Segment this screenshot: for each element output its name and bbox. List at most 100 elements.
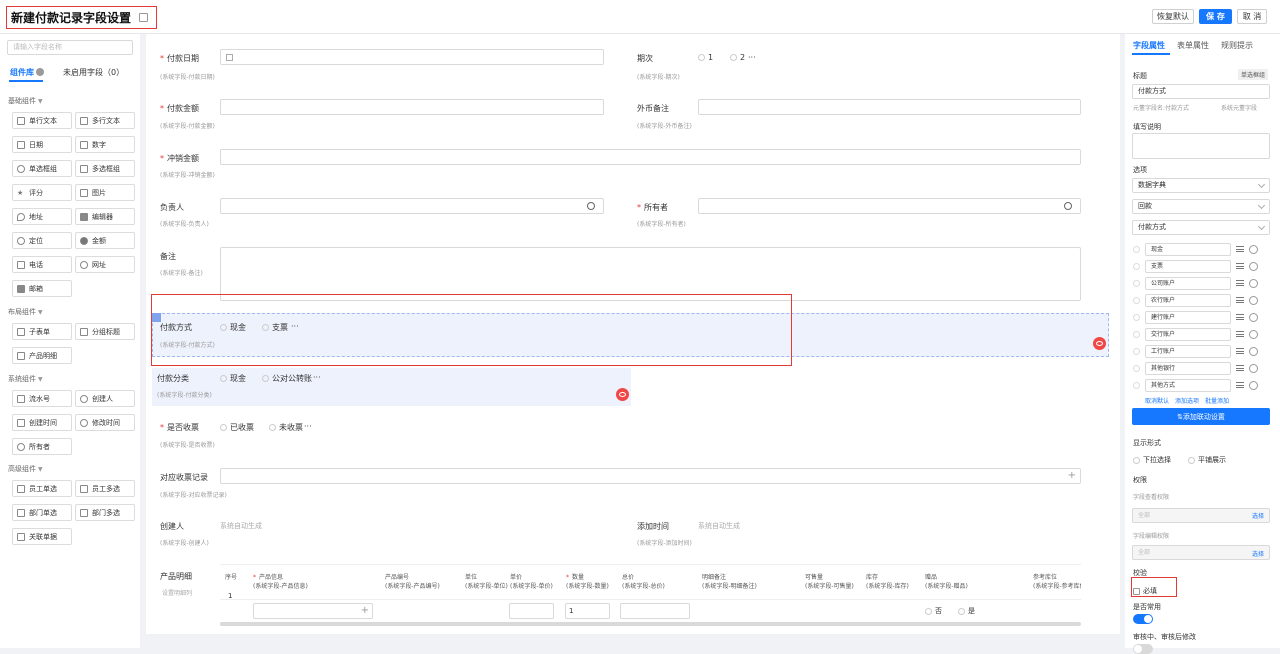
comp-create-time[interactable]: 创建时间 (12, 414, 72, 431)
delete-option-icon[interactable] (1249, 262, 1258, 271)
invoiced-more[interactable]: ··· (304, 422, 312, 431)
view-permission-choose[interactable]: 选择 (1252, 511, 1264, 520)
comp-single-text[interactable]: 单行文本 (12, 112, 72, 129)
add-linkage-button[interactable]: ⇅添加联动设置 (1132, 408, 1270, 425)
comp-rating[interactable]: ★ 评分 (12, 184, 72, 201)
option-item[interactable]: 支票 (1145, 260, 1231, 273)
group-title-advanced[interactable]: 高级组件 ▼ (8, 464, 43, 474)
comp-product-detail[interactable]: 产品明细 (12, 347, 72, 364)
comp-address[interactable]: 地址 (12, 208, 72, 225)
comp-email[interactable]: 邮箱 (12, 280, 72, 297)
period-more[interactable]: ··· (748, 53, 756, 62)
receipt-record-input[interactable]: + (220, 468, 1081, 484)
drag-icon[interactable] (1236, 348, 1244, 354)
person-input[interactable] (220, 198, 604, 214)
delete-option-icon[interactable] (1249, 381, 1258, 390)
common-toggle[interactable] (1133, 614, 1153, 624)
display-dropdown-radio[interactable]: 下拉选择 (1133, 455, 1171, 465)
invoiced-option-yes[interactable]: 已收票 (220, 422, 254, 433)
drag-icon[interactable] (1236, 297, 1244, 303)
option-item[interactable]: 交行账户 (1145, 328, 1231, 341)
comp-group-title[interactable]: 分组标题 (75, 323, 135, 340)
total-price-input[interactable] (620, 603, 690, 619)
drag-icon[interactable] (1236, 263, 1244, 269)
option-item[interactable]: 其他方式 (1145, 379, 1231, 392)
comp-dept-single[interactable]: 部门单选 (12, 504, 72, 521)
pay-amount-input[interactable] (220, 99, 604, 115)
option-default-radio[interactable] (1133, 263, 1140, 270)
invoiced-option-no[interactable]: 未收票 (269, 422, 303, 433)
cancel-button[interactable]: 取 消 (1237, 9, 1267, 24)
option-default-radio[interactable] (1133, 280, 1140, 287)
drag-icon[interactable] (1236, 246, 1244, 252)
option-default-radio[interactable] (1133, 314, 1140, 321)
group-title-basic[interactable]: 基础组件 ▼ (8, 96, 43, 106)
option-default-radio[interactable] (1133, 382, 1140, 389)
tab-component-library[interactable]: 组件库 (10, 67, 44, 78)
drag-icon[interactable] (1236, 314, 1244, 320)
owner-input[interactable] (698, 198, 1081, 214)
pay-date-input[interactable] (220, 49, 604, 65)
comp-subform[interactable]: 子表单 (12, 323, 72, 340)
display-tiled-radio[interactable]: 平铺展示 (1188, 455, 1226, 465)
comp-radio-group[interactable]: 单选框组 (12, 160, 72, 177)
option-item[interactable]: 农行账户 (1145, 294, 1231, 307)
table-scrollbar[interactable] (220, 622, 1081, 626)
tab-rule-hints[interactable]: 规则提示 (1221, 40, 1253, 51)
comp-phone[interactable]: 电话 (12, 256, 72, 273)
dictionary-select[interactable]: 付款方式 (1132, 220, 1270, 235)
save-button[interactable]: 保 存 (1199, 9, 1232, 24)
product-info-input[interactable]: + (253, 603, 373, 619)
option-default-radio[interactable] (1133, 297, 1140, 304)
edit-permission-field[interactable]: 全部 (1132, 545, 1270, 560)
comp-date[interactable]: 日期 (12, 136, 72, 153)
drag-icon[interactable] (1236, 365, 1244, 371)
edit-permission-choose[interactable]: 选择 (1252, 549, 1264, 558)
audit-toggle[interactable] (1133, 644, 1153, 654)
comp-modify-time[interactable]: 修改时间 (75, 414, 135, 431)
hide-field-icon[interactable] (1093, 337, 1106, 350)
comp-creator[interactable]: 创建人 (75, 390, 135, 407)
option-default-radio[interactable] (1133, 246, 1140, 253)
gift-option-yes[interactable]: 是 (958, 606, 975, 616)
delete-option-icon[interactable] (1249, 279, 1258, 288)
comp-employee-single[interactable]: 员工单选 (12, 480, 72, 497)
add-option-link[interactable]: 添加选项 (1175, 396, 1199, 405)
option-item[interactable]: 现金 (1145, 243, 1231, 256)
restore-default-button[interactable]: 恢复默认 (1152, 9, 1194, 24)
delete-option-icon[interactable] (1249, 364, 1258, 373)
drag-icon[interactable] (1236, 331, 1244, 337)
title-input[interactable]: 付款方式 (1132, 84, 1270, 99)
group-title-layout[interactable]: 布局组件 ▼ (8, 307, 43, 317)
remark-textarea[interactable] (220, 247, 1081, 301)
comp-amount[interactable]: 金额 (75, 232, 135, 249)
drag-icon[interactable] (1236, 280, 1244, 286)
tab-form-properties[interactable]: 表单属性 (1177, 40, 1209, 51)
pay-category-option-transfer[interactable]: 公对公转账 (262, 373, 312, 384)
offset-amount-input[interactable] (220, 149, 1081, 165)
option-item[interactable]: 工行账户 (1145, 345, 1231, 358)
comp-url[interactable]: 网址 (75, 256, 135, 273)
group-title-system[interactable]: 系统组件 ▼ (8, 374, 43, 384)
search-icon[interactable] (1064, 202, 1072, 210)
tab-unused-fields[interactable]: 未启用字段（0） (63, 67, 124, 78)
delete-option-icon[interactable] (1249, 347, 1258, 356)
period-option-2[interactable]: 2 (730, 53, 745, 62)
comp-checkbox-group[interactable]: 多选框组 (75, 160, 135, 177)
required-checkbox[interactable]: 必填 (1133, 586, 1157, 596)
unit-price-input[interactable] (509, 603, 554, 619)
description-textarea[interactable] (1132, 133, 1270, 159)
layout-icon[interactable] (139, 13, 149, 22)
delete-option-icon[interactable] (1249, 313, 1258, 322)
comp-multi-text[interactable]: 多行文本 (75, 112, 135, 129)
tab-field-properties[interactable]: 字段属性 (1133, 40, 1165, 51)
plus-icon[interactable]: + (361, 604, 369, 618)
source-select[interactable]: 数据字典 (1132, 178, 1270, 193)
comp-related-doc[interactable]: 关联单据 (12, 528, 72, 545)
hide-field-icon[interactable] (616, 388, 629, 401)
comp-owner[interactable]: 所有者 (12, 438, 72, 455)
drag-icon[interactable] (1236, 382, 1244, 388)
option-default-radio[interactable] (1133, 348, 1140, 355)
comp-number[interactable]: 数字 (75, 136, 135, 153)
set-detail-columns-link[interactable]: 设置明细列 (162, 588, 192, 597)
